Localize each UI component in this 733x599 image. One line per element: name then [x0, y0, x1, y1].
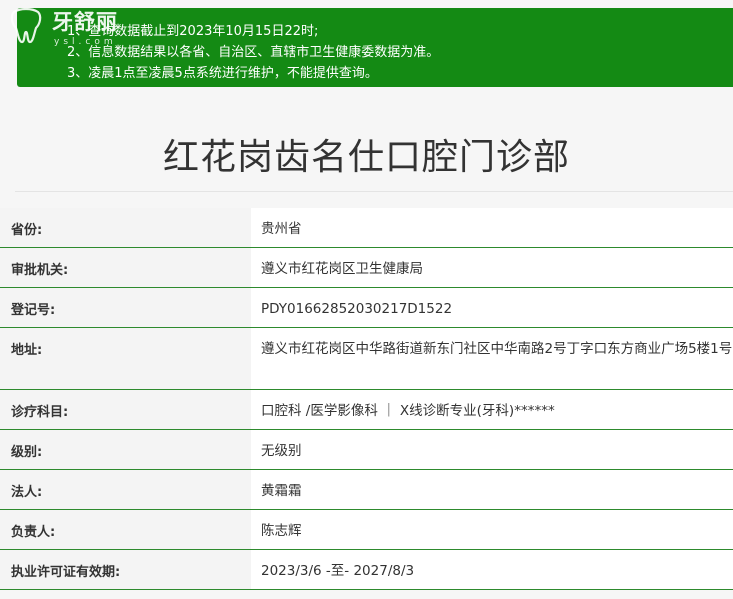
title-divider	[15, 191, 733, 192]
tooth-logo-icon	[10, 7, 42, 44]
watermark-subtext: ysl.com	[54, 37, 117, 47]
row-value: 2023/3/6 -至- 2027/8/3	[251, 550, 733, 589]
row-label: 执业许可证有效期:	[0, 550, 251, 589]
watermark-text: 牙舒丽	[52, 9, 118, 34]
info-row-address: 地址: 遵义市红花岗区中华路街道新东门社区中华南路2号丁字口东方商业广场5楼1号	[0, 328, 733, 390]
info-row-level: 级别: 无级别	[0, 430, 733, 470]
notice-line: 2、信息数据结果以各省、自治区、直辖市卫生健康委数据为准。	[67, 45, 440, 60]
row-value: 陈志辉	[251, 510, 733, 549]
info-row-province: 省份: 贵州省	[0, 208, 733, 248]
row-value: 遵义市红花岗区中华路街道新东门社区中华南路2号丁字口东方商业广场5楼1号	[251, 328, 733, 389]
row-label: 负责人:	[0, 510, 251, 549]
page-title: 红花岗齿名仕口腔门诊部	[162, 137, 570, 178]
row-label: 地址:	[0, 328, 251, 389]
row-label: 审批机关:	[0, 248, 251, 287]
watermark-logo: 牙舒丽 ysl.com	[6, 4, 136, 48]
info-row-person-in-charge: 负责人: 陈志辉	[0, 510, 733, 550]
row-label: 省份:	[0, 208, 251, 247]
row-value: 贵州省	[251, 208, 733, 247]
row-value: 黄霜霜	[251, 470, 733, 509]
row-label: 登记号:	[0, 288, 251, 327]
row-value: PDY01662852030217D1522	[251, 288, 733, 327]
row-label: 诊疗科目:	[0, 390, 251, 429]
clinic-info-table: 省份: 贵州省 审批机关: 遵义市红花岗区卫生健康局 登记号: PDY01662…	[0, 208, 733, 590]
info-row-departments: 诊疗科目: 口腔科 /医学影像科 ｜ X线诊断专业(牙科)******	[0, 390, 733, 430]
row-value: 无级别	[251, 430, 733, 469]
notice-line: 3、凌晨1点至凌晨5点系统进行维护，不能提供查询。	[67, 66, 378, 81]
row-value: 口腔科 /医学影像科 ｜ X线诊断专业(牙科)******	[251, 390, 733, 429]
row-label: 级别:	[0, 430, 251, 469]
info-row-license-validity: 执业许可证有效期: 2023/3/6 -至- 2027/8/3	[0, 550, 733, 590]
notice-line: 1、查询数据截止到2023年10月15日22时;	[67, 24, 319, 39]
row-value: 遵义市红花岗区卫生健康局	[251, 248, 733, 287]
row-label: 法人:	[0, 470, 251, 509]
info-row-registration-number: 登记号: PDY01662852030217D1522	[0, 288, 733, 328]
info-row-legal-person: 法人: 黄霜霜	[0, 470, 733, 510]
info-row-approval-authority: 审批机关: 遵义市红花岗区卫生健康局	[0, 248, 733, 288]
